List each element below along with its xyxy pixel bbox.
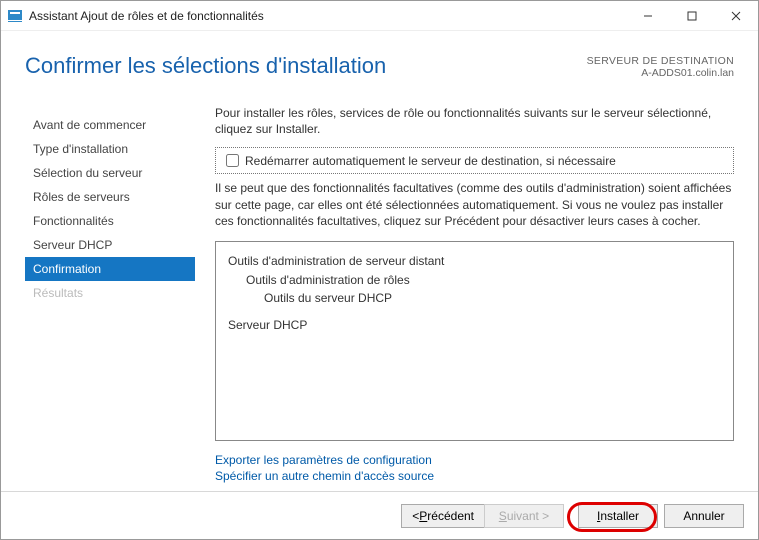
sidebar-item-server-roles[interactable]: Rôles de serveurs (25, 185, 195, 209)
destination-name: A-ADDS01.colin.lan (587, 67, 734, 79)
next-button: Suivant > (484, 504, 564, 528)
maximize-button[interactable] (670, 1, 714, 30)
config-links: Exporter les paramètres de configuration… (215, 453, 734, 485)
sidebar-item-before-begin[interactable]: Avant de commencer (25, 113, 195, 137)
page-header: Confirmer les sélections d'installation … (1, 31, 758, 89)
wizard-window: Assistant Ajout de rôles et de fonctionn… (0, 0, 759, 540)
minimize-button[interactable] (626, 1, 670, 30)
page-title: Confirmer les sélections d'installation (25, 53, 587, 79)
sidebar-item-dhcp-server[interactable]: Serveur DHCP (25, 233, 195, 257)
previous-button[interactable]: < Précédent (401, 504, 484, 528)
main-panel: Pour installer les rôles, services de rô… (195, 105, 734, 491)
wizard-footer: < Précédent Suivant > Installer Annuler (1, 491, 758, 539)
optional-features-note: Il se peut que des fonctionnalités facul… (215, 180, 734, 229)
listing-rsat: Outils d'administration de serveur dista… (228, 252, 721, 271)
window-title: Assistant Ajout de rôles et de fonctionn… (29, 9, 626, 23)
export-config-link[interactable]: Exporter les paramètres de configuration (215, 453, 734, 467)
titlebar: Assistant Ajout de rôles et de fonctionn… (1, 1, 758, 31)
sidebar-item-confirmation[interactable]: Confirmation (25, 257, 195, 281)
listing-role-admin-tools: Outils d'administration de rôles (228, 271, 721, 290)
install-button[interactable]: Installer (578, 504, 658, 528)
cancel-button[interactable]: Annuler (664, 504, 744, 528)
intro-text: Pour installer les rôles, services de rô… (215, 105, 734, 137)
destination-server-info: SERVEUR DE DESTINATION A-ADDS01.colin.la… (587, 55, 734, 79)
listing-dhcp-tools: Outils du serveur DHCP (228, 289, 721, 308)
sidebar-item-install-type[interactable]: Type d'installation (25, 137, 195, 161)
alt-source-path-link[interactable]: Spécifier un autre chemin d'accès source (215, 469, 734, 483)
restart-checkbox[interactable] (226, 154, 239, 167)
sidebar-item-server-selection[interactable]: Sélection du serveur (25, 161, 195, 185)
listing-dhcp-server: Serveur DHCP (228, 316, 721, 335)
sidebar-item-results: Résultats (25, 281, 195, 305)
server-manager-icon (7, 8, 23, 24)
close-button[interactable] (714, 1, 758, 30)
destination-label: SERVEUR DE DESTINATION (587, 55, 734, 67)
selection-listing: Outils d'administration de serveur dista… (215, 241, 734, 441)
restart-checkbox-row[interactable]: Redémarrer automatiquement le serveur de… (215, 147, 734, 174)
wizard-sidebar: Avant de commencer Type d'installation S… (25, 105, 195, 491)
restart-checkbox-label: Redémarrer automatiquement le serveur de… (245, 154, 616, 168)
sidebar-item-features[interactable]: Fonctionnalités (25, 209, 195, 233)
